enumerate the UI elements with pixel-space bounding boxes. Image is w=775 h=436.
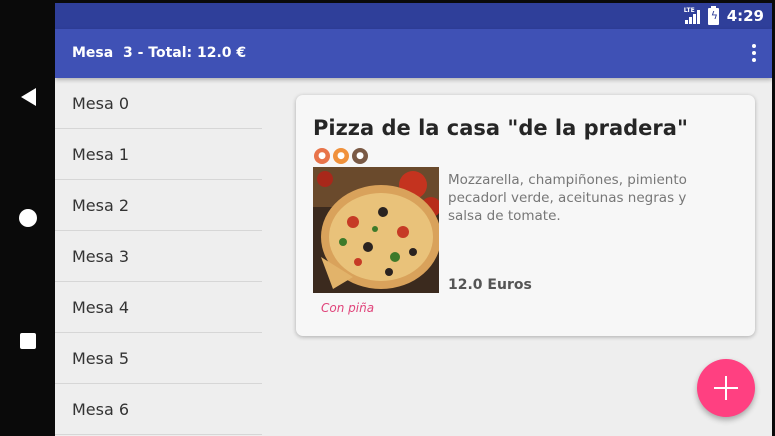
order-note: Con piña <box>321 301 375 315</box>
signal-icon: LTE <box>683 6 700 24</box>
allergen-icon-2: ● <box>333 148 349 164</box>
list-item-mesa-6[interactable]: Mesa 6 <box>55 384 262 435</box>
dish-title: Pizza de la casa "de la pradera" <box>313 116 688 140</box>
pizza-image <box>313 167 439 293</box>
app-screen: LTE ϟ 4:29 Mesa 3 - Total: 12.0 € Mesa 0… <box>55 3 772 436</box>
app-title: Mesa 3 - Total: 12.0 € <box>72 45 247 61</box>
device-frame: LTE ϟ 4:29 Mesa 3 - Total: 12.0 € Mesa 0… <box>0 0 775 436</box>
status-bar: LTE ϟ 4:29 <box>55 3 772 29</box>
network-type-label: LTE <box>683 6 695 14</box>
list-item-mesa-1[interactable]: Mesa 1 <box>55 129 262 180</box>
allergen-icon-3: ● <box>352 148 368 164</box>
list-item-mesa-5[interactable]: Mesa 5 <box>55 333 262 384</box>
add-icon <box>714 376 738 400</box>
dish-description: Mozzarella, champiñones, pimiento pecado… <box>448 172 687 224</box>
back-icon[interactable] <box>17 86 39 108</box>
list-item-mesa-2[interactable]: Mesa 2 <box>55 180 262 231</box>
list-item-mesa-3[interactable]: Mesa 3 <box>55 231 262 282</box>
battery-icon: ϟ <box>707 5 719 25</box>
allergen-badges: ● ● ● <box>314 148 368 164</box>
home-icon[interactable] <box>17 207 39 229</box>
add-button[interactable] <box>697 359 755 417</box>
status-time: 4:29 <box>726 7 764 25</box>
more-vert-icon[interactable] <box>752 44 756 62</box>
system-nav-bar <box>0 0 55 436</box>
allergen-icon-1: ● <box>314 148 330 164</box>
list-item-mesa-0[interactable]: Mesa 0 <box>55 78 262 129</box>
recents-icon[interactable] <box>17 330 39 352</box>
list-item-mesa-4[interactable]: Mesa 4 <box>55 282 262 333</box>
dish-price: 12.0 Euros <box>448 277 532 293</box>
order-item-card[interactable]: Pizza de la casa "de la pradera" ● ● ● M… <box>296 95 755 336</box>
app-bar: Mesa 3 - Total: 12.0 € <box>55 29 772 78</box>
table-list: Mesa 0 Mesa 1 Mesa 2 Mesa 3 Mesa 4 Mesa … <box>55 78 262 436</box>
status-icons: LTE ϟ 4:29 <box>683 5 764 25</box>
